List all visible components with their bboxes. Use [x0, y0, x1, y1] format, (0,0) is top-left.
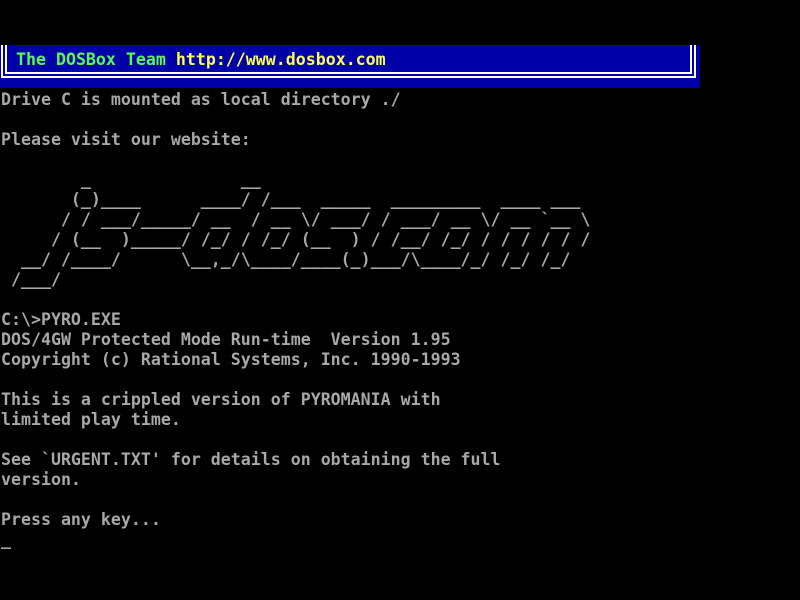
banner-text: The DOSBox Team http://www.dosbox.com	[16, 50, 386, 70]
banner-border-right-inner	[690, 45, 692, 74]
urgent-message: See `URGENT.TXT' for details on obtainin…	[1, 450, 501, 490]
mount-line: Drive C is mounted as local directory ./	[1, 90, 401, 110]
banner-border-bottom-inner	[7, 72, 692, 74]
banner-border-right-outer	[694, 45, 696, 78]
dosbox-banner: The DOSBox Team http://www.dosbox.com	[0, 45, 700, 88]
ascii-logo: _ __ (_)____ ____/ /___ _____ _________ …	[1, 170, 590, 290]
dos-screen[interactable]: The DOSBox Team http://www.dosbox.com Dr…	[0, 0, 800, 600]
banner-border-left-outer	[1, 45, 3, 78]
key-prompt: Press any key...	[1, 510, 161, 530]
cursor-line: _	[1, 530, 11, 550]
banner-url-label: http://www.dosbox.com	[176, 50, 386, 69]
website-line: Please visit our website:	[1, 130, 251, 150]
banner-border-bottom-outer	[1, 76, 696, 78]
banner-border-left-inner	[5, 45, 7, 74]
terminal-cursor: _	[1, 530, 11, 549]
banner-team-label: The DOSBox Team	[16, 50, 166, 69]
crippled-message: This is a crippled version of PYROMANIA …	[1, 390, 441, 430]
boot-output: C:\>PYRO.EXE DOS/4GW Protected Mode Run-…	[1, 310, 461, 370]
